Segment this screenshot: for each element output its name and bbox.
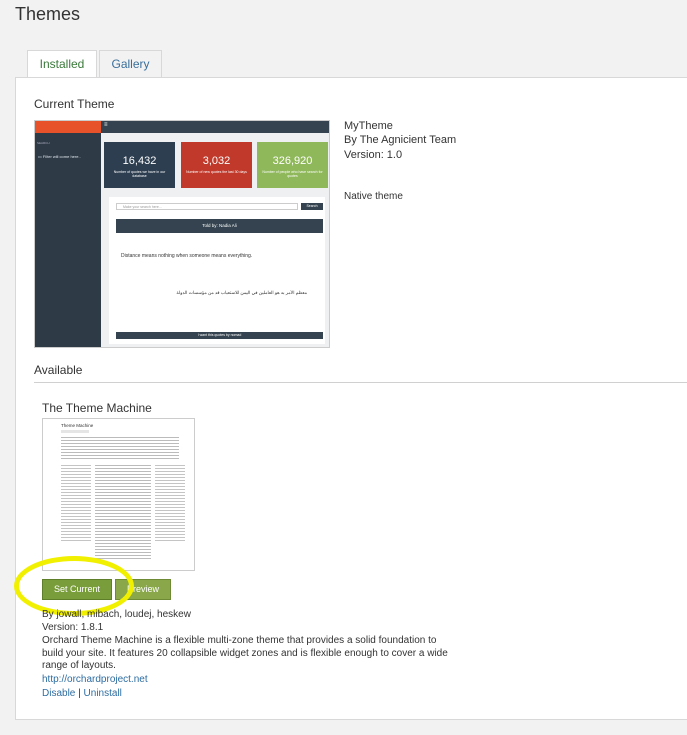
preview-stat-2: 3,032 Number of new quotes the last 30 d… xyxy=(181,142,252,188)
thumbnail-tabs xyxy=(61,430,89,433)
preview-told-by-bar: Told by: Nadia Ali xyxy=(116,219,323,233)
highlight-annotation xyxy=(14,556,134,616)
available-heading: Available xyxy=(34,363,83,377)
available-divider xyxy=(34,382,687,383)
preview-stat-1: 16,432 Number of quotes we have in our d… xyxy=(104,142,175,188)
preview-sidebar: SEARCH ▭ Filter will come here.. xyxy=(35,121,101,347)
preview-brand-bar xyxy=(35,121,101,133)
preview-more-button: I want this quotes by nomad xyxy=(116,332,323,339)
preview-search-button: Search xyxy=(301,203,323,210)
url-link[interactable]: http://orchardproject.net xyxy=(42,674,148,685)
preview-stat-3-value: 326,920 xyxy=(272,155,313,167)
preview-filter-note: ▭ Filter will come here.. xyxy=(38,154,81,159)
thumbnail-col-main xyxy=(95,465,151,561)
theme-actions: Disable | Uninstall xyxy=(42,688,122,699)
preview-sidebar-search: SEARCH xyxy=(37,141,50,145)
preview-stat-2-value: 3,032 xyxy=(202,155,231,167)
preview-stat-2-note: Number of new quotes the last 30 days xyxy=(186,170,247,174)
thumbnail-col-left xyxy=(61,465,91,543)
disable-link[interactable]: Disable xyxy=(42,688,75,699)
preview-search-input: Make your search here... xyxy=(116,203,298,210)
preview-topbar: ≡ xyxy=(101,121,329,133)
tab-gallery[interactable]: Gallery xyxy=(99,50,162,78)
tab-installed[interactable]: Installed xyxy=(27,50,97,79)
description-line: Orchard Theme Machine is a flexible mult… xyxy=(42,635,437,646)
current-theme-name: MyTheme xyxy=(344,120,393,132)
current-theme-heading: Current Theme xyxy=(34,97,115,111)
preview-arabic-quote: معظم الأمر به هو العاملين في اليمن للاست… xyxy=(176,290,307,295)
theme-machine-version: Version: 1.8.1 xyxy=(42,622,104,633)
current-theme-native: Native theme xyxy=(344,191,403,202)
preview-stat-1-note: Number of quotes we have in our database xyxy=(113,170,166,178)
preview-stat-3: 326,920 Number of people who have search… xyxy=(257,142,328,188)
preview-stat-1-value: 16,432 xyxy=(122,155,157,167)
preview-menu-icon: ≡ xyxy=(104,122,108,128)
theme-machine-url[interactable]: http://orchardproject.net xyxy=(42,674,148,685)
current-theme-version: Version: 1.0 xyxy=(344,149,403,161)
current-theme-author: By The Agnicient Team xyxy=(344,134,457,146)
preview-quote: Distance means nothing when someone mean… xyxy=(121,253,253,259)
preview-card: Make your search here... Search Told by:… xyxy=(109,197,325,344)
preview-filter-note-text: Filter will come here.. xyxy=(42,154,81,159)
current-theme-screenshot: SEARCH ▭ Filter will come here.. ≡ 16,43… xyxy=(34,120,330,348)
description-line: build your site. It features 20 collapsi… xyxy=(42,647,448,659)
description-line: range of layouts. xyxy=(42,660,116,672)
theme-machine-thumbnail: Theme Machine xyxy=(42,418,195,571)
theme-machine-title: The Theme Machine xyxy=(42,401,152,415)
page-title: Themes xyxy=(15,4,81,24)
preview-content: 16,432 Number of quotes we have in our d… xyxy=(101,133,329,347)
action-separator: | xyxy=(78,688,81,699)
theme-machine-authors: By jowall, mibach, loudej, heskew xyxy=(42,609,191,620)
thumbnail-col-right xyxy=(155,465,185,543)
thumbnail-title: Theme Machine xyxy=(61,423,94,428)
preview-stat-3-note: Number of people who have search for quo… xyxy=(262,170,323,178)
thumbnail-text-top xyxy=(61,437,179,461)
uninstall-link[interactable]: Uninstall xyxy=(84,688,122,699)
theme-machine-description: Orchard Theme Machine is a flexible mult… xyxy=(42,635,452,673)
